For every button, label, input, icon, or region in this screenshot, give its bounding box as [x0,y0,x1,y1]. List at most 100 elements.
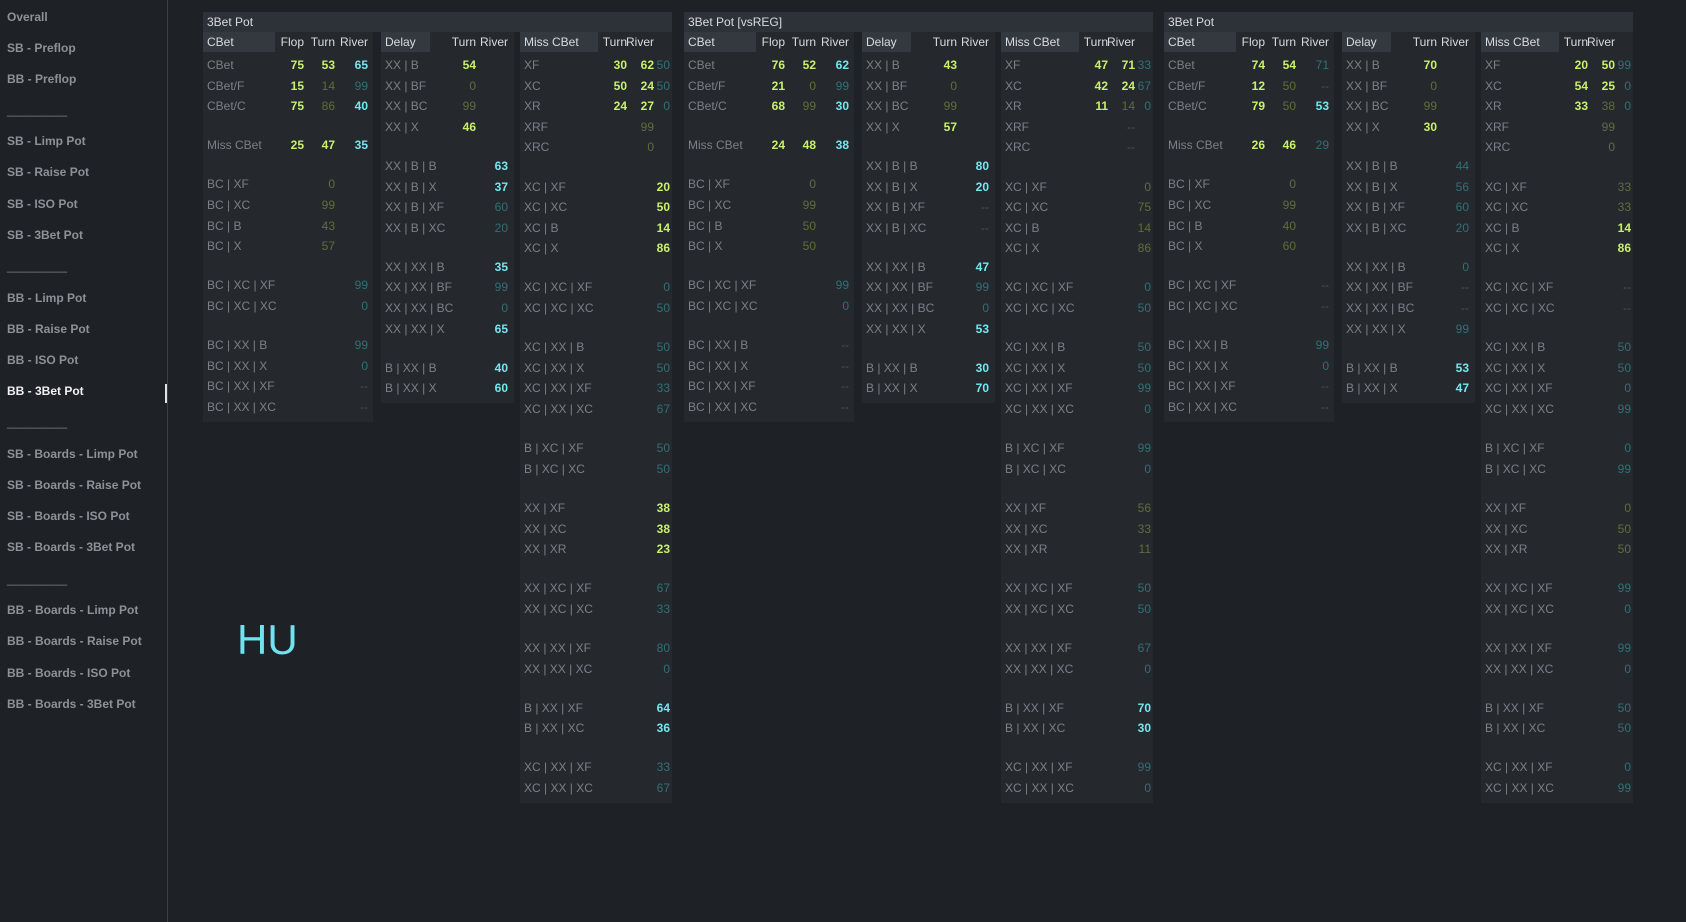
miss-cbet-stat-value[interactable]: 33 [630,757,670,777]
sidebar-item-sb-limp-pot[interactable]: SB - Limp Pot [7,134,86,148]
cbet-stat-value[interactable]: 0 [1289,356,1329,376]
miss-cbet-stat-value[interactable]: 0 [1591,76,1631,96]
miss-cbet-stat-value[interactable]: 38 [630,519,670,539]
delay-stat-value[interactable]: 80 [949,156,989,176]
delay-stat-value[interactable]: 46 [436,117,476,137]
delay-stat-value[interactable]: -- [949,218,989,238]
miss-cbet-stat-value[interactable]: 0 [1111,96,1151,116]
delay-stat-value[interactable]: 54 [436,55,476,75]
delay-stat-value[interactable]: 44 [1429,156,1469,176]
miss-cbet-stat-value[interactable]: 50 [630,197,670,217]
cbet-stat-value[interactable]: 99 [328,335,368,355]
miss-cbet-stat-value[interactable]: 0 [630,659,670,679]
sidebar-item-sb-iso-pot[interactable]: SB - ISO Pot [7,197,78,211]
miss-cbet-stat-value[interactable]: 67 [630,778,670,798]
miss-cbet-stat-value[interactable]: 86 [630,238,670,258]
delay-stat-value[interactable]: 99 [1397,96,1437,116]
sidebar-item-sb-3bet-pot[interactable]: SB - 3Bet Pot [7,228,83,242]
miss-cbet-stat-value[interactable]: 30 [1111,718,1151,738]
cbet-stat-value[interactable]: 99 [809,76,849,96]
cbet-stat-value[interactable]: 99 [295,195,335,215]
cbet-stat-value[interactable]: -- [809,376,849,396]
delay-stat-value[interactable]: 99 [468,277,508,297]
miss-cbet-stat-value[interactable]: 86 [1591,238,1631,258]
delay-stat-value[interactable]: 70 [949,378,989,398]
cbet-stat-value[interactable]: 50 [776,216,816,236]
miss-cbet-stat-value[interactable]: 50 [1591,337,1631,357]
miss-cbet-stat-value[interactable]: 20 [630,177,670,197]
delay-stat-value[interactable]: 99 [436,96,476,116]
sidebar-item-bb-raise-pot[interactable]: BB - Raise Pot [7,322,90,336]
miss-cbet-stat-value[interactable]: 50 [1111,298,1151,318]
miss-cbet-stat-value[interactable]: 80 [630,638,670,658]
sidebar-item-bb-3bet-pot[interactable]: BB - 3Bet Pot [7,384,84,398]
delay-stat-value[interactable]: 40 [468,358,508,378]
miss-cbet-stat-value[interactable]: 64 [630,698,670,718]
miss-cbet-stat-value[interactable]: 99 [1591,778,1631,798]
delay-stat-value[interactable]: 53 [1429,358,1469,378]
cbet-stat-value[interactable]: 35 [328,135,368,155]
delay-stat-value[interactable]: 0 [436,76,476,96]
miss-cbet-stat-value[interactable]: 50 [1591,358,1631,378]
miss-cbet-stat-value[interactable]: 99 [1591,638,1631,658]
miss-cbet-stat-value[interactable]: 50 [630,55,670,75]
miss-cbet-stat-value[interactable]: 99 [614,117,654,137]
cbet-stat-value[interactable]: 99 [328,76,368,96]
sidebar-item-bb-preflop[interactable]: BB - Preflop [7,72,76,86]
cbet-stat-value[interactable]: -- [809,356,849,376]
delay-stat-value[interactable]: 99 [949,277,989,297]
miss-cbet-stat-value[interactable]: 50 [630,76,670,96]
miss-cbet-stat-value[interactable]: 33 [630,378,670,398]
delay-stat-value[interactable]: 60 [468,378,508,398]
delay-stat-value[interactable]: 0 [1429,257,1469,277]
miss-cbet-stat-value[interactable]: 0 [1111,659,1151,679]
miss-cbet-stat-value[interactable]: 99 [1591,399,1631,419]
delay-stat-value[interactable]: 47 [949,257,989,277]
cbet-stat-value[interactable]: 99 [328,275,368,295]
miss-cbet-stat-value[interactable]: 0 [1591,599,1631,619]
miss-cbet-stat-value[interactable]: 50 [630,459,670,479]
delay-stat-value[interactable]: 60 [468,197,508,217]
cbet-stat-value[interactable]: 57 [295,236,335,256]
delay-stat-value[interactable]: 56 [1429,177,1469,197]
cbet-stat-value[interactable]: -- [1289,376,1329,396]
miss-cbet-stat-value[interactable]: 33 [1111,55,1151,75]
delay-stat-value[interactable]: 99 [917,96,957,116]
delay-stat-value[interactable]: 0 [949,298,989,318]
cbet-stat-value[interactable]: 38 [809,135,849,155]
miss-cbet-stat-value[interactable]: 0 [630,96,670,116]
miss-cbet-stat-value[interactable]: 56 [1111,498,1151,518]
miss-cbet-stat-value[interactable]: 67 [630,399,670,419]
delay-stat-value[interactable]: 30 [949,358,989,378]
miss-cbet-stat-value[interactable]: 0 [1591,659,1631,679]
delay-stat-value[interactable]: 20 [949,177,989,197]
delay-stat-value[interactable]: -- [1429,298,1469,318]
miss-cbet-stat-value[interactable]: 0 [1111,399,1151,419]
miss-cbet-stat-value[interactable]: 99 [1111,438,1151,458]
cbet-stat-value[interactable]: 0 [809,296,849,316]
sidebar-item-sb-boards-iso-pot[interactable]: SB - Boards - ISO Pot [7,509,130,523]
miss-cbet-stat-value[interactable]: 50 [1111,337,1151,357]
sidebar-item-bb-limp-pot[interactable]: BB - Limp Pot [7,291,86,305]
sidebar-item-sb-boards-limp-pot[interactable]: SB - Boards - Limp Pot [7,447,138,461]
delay-stat-value[interactable]: 0 [1397,76,1437,96]
cbet-stat-value[interactable]: -- [1289,397,1329,417]
cbet-stat-value[interactable]: 62 [809,55,849,75]
cbet-stat-value[interactable]: -- [328,397,368,417]
miss-cbet-stat-value[interactable]: 99 [1591,55,1631,75]
delay-stat-value[interactable]: 30 [1397,117,1437,137]
delay-stat-value[interactable]: 60 [1429,197,1469,217]
cbet-stat-value[interactable]: 0 [776,174,816,194]
sidebar-item-bb-boards-3bet-pot[interactable]: BB - Boards - 3Bet Pot [7,697,136,711]
cbet-stat-value[interactable]: 40 [1256,216,1296,236]
cbet-stat-value[interactable]: 0 [328,296,368,316]
miss-cbet-stat-value[interactable]: 0 [1575,137,1615,157]
miss-cbet-stat-value[interactable]: 0 [1111,459,1151,479]
miss-cbet-stat-value[interactable]: 50 [1111,599,1151,619]
sidebar-item-sb-boards-raise-pot[interactable]: SB - Boards - Raise Pot [7,478,141,492]
miss-cbet-stat-value[interactable]: 50 [1111,358,1151,378]
miss-cbet-stat-value[interactable]: 75 [1111,197,1151,217]
miss-cbet-stat-value[interactable]: 50 [630,298,670,318]
miss-cbet-stat-value[interactable]: 67 [1111,76,1151,96]
miss-cbet-stat-value[interactable]: 36 [630,718,670,738]
